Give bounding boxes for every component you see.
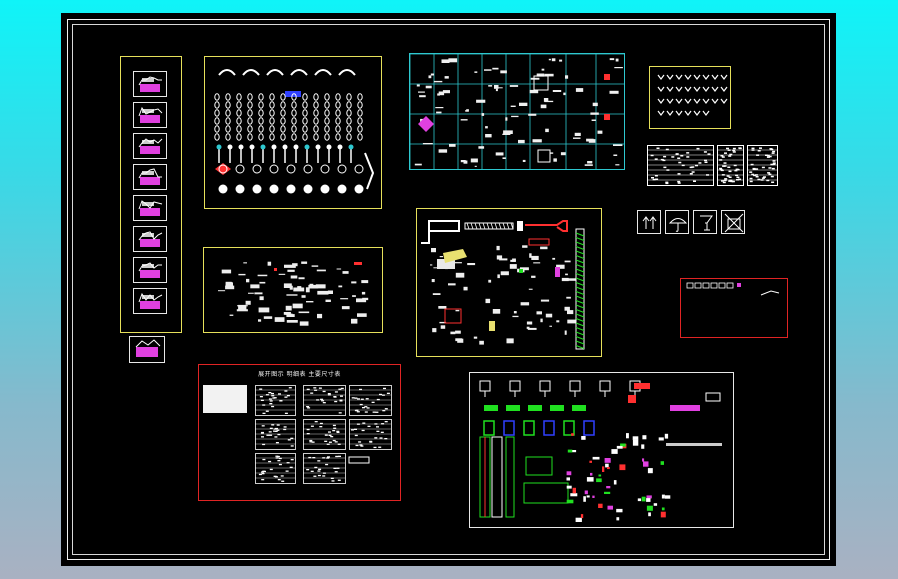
packaging-symbols-block[interactable]: [637, 210, 749, 238]
do-not-stack-icon: [721, 210, 745, 234]
machine-parts-drawing: [421, 220, 585, 350]
keep-dry-icon: [665, 210, 689, 234]
thumbnail-2[interactable]: [133, 102, 167, 128]
thumbnail-1[interactable]: [133, 71, 167, 97]
fragile-icon: [693, 210, 717, 234]
small-icons-block[interactable]: [649, 66, 731, 129]
small-parts-block[interactable]: [203, 247, 383, 333]
thumbnail-extra[interactable]: [129, 336, 165, 363]
hardware-ornaments-block[interactable]: [204, 56, 382, 209]
assembly-details-drawing: [479, 380, 722, 522]
red-detail-block[interactable]: [680, 278, 788, 338]
cad-model-space[interactable]: 展开图示 明细表 主要尺寸表: [61, 13, 836, 566]
table-sheet-drawing: [203, 385, 392, 484]
thumbnail-3[interactable]: [133, 133, 167, 159]
ornament-grid-icon: [214, 69, 375, 194]
thumbnail-8[interactable]: [133, 288, 167, 314]
red-detail-drawing: [686, 282, 780, 296]
spec-tables-block[interactable]: [647, 145, 779, 195]
cyan-detail-grid-drawing: [410, 54, 624, 169]
table-sheet-block[interactable]: 展开图示 明细表 主要尺寸表: [198, 364, 401, 501]
thumbnail-5[interactable]: [133, 195, 167, 221]
table-sheet-title: 展开图示 明细表 主要尺寸表: [258, 371, 341, 378]
assembly-details-block[interactable]: [469, 372, 734, 528]
machine-parts-block[interactable]: [416, 208, 602, 357]
thumbnail-4[interactable]: [133, 164, 167, 190]
spec-tables-drawing: [647, 145, 778, 186]
thumbnail-7[interactable]: [133, 257, 167, 283]
thumbnail-column-block[interactable]: [120, 56, 182, 333]
cyan-detail-grid-block[interactable]: [409, 53, 625, 170]
thumbnail-extra-drawing: [135, 339, 161, 357]
small-icons-drawing: [657, 74, 728, 116]
small-parts-drawing: [218, 261, 369, 326]
this-way-up-icon: [637, 210, 661, 234]
thumbnail-6[interactable]: [133, 226, 167, 252]
